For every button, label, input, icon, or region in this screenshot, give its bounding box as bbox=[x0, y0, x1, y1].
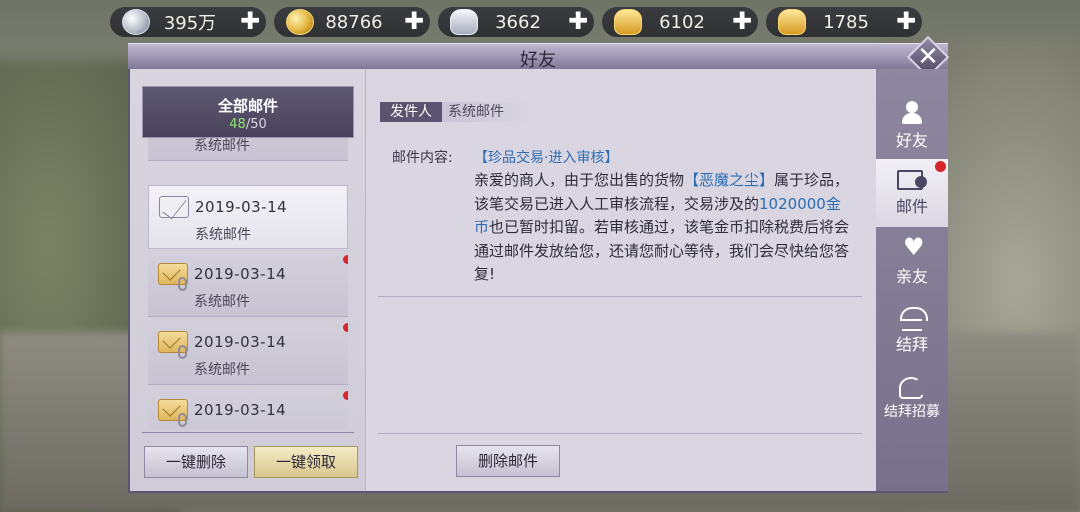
claim-all-button[interactable]: 一键领取 bbox=[254, 446, 358, 478]
attachment-icon bbox=[178, 277, 187, 291]
add-silver-coin-button[interactable]: ✚ bbox=[238, 9, 262, 34]
close-icon: ✕ bbox=[917, 42, 939, 72]
envelope-icon bbox=[159, 196, 189, 218]
tab-label: 邮件 bbox=[895, 197, 928, 216]
attachment-icon bbox=[178, 345, 187, 359]
mail-list[interactable]: 2019-03-14 系统邮件 2019-03-14 系统邮件 2019-03-… bbox=[148, 119, 348, 429]
add-gold-ingot-large-button[interactable]: ✚ bbox=[894, 9, 918, 34]
all-mail-title: 全部邮件 bbox=[217, 97, 278, 115]
relatives-icon bbox=[897, 233, 927, 261]
sender-label: 发件人 bbox=[380, 102, 442, 122]
mail-body-text: 亲爱的商人，由于您出售的货物 bbox=[474, 171, 685, 189]
mail-count-total: /50 bbox=[245, 117, 267, 132]
tab-label: 结拜 bbox=[895, 335, 928, 354]
mail-body-text: 也已暂时扣留。若审核通过，该笔金币扣除税费后将会通过邮件发放给您，还请您耐心等待… bbox=[474, 218, 850, 283]
sender-value: 系统邮件 bbox=[442, 102, 534, 122]
attachment-icon bbox=[178, 413, 187, 427]
silver-coin-icon bbox=[122, 9, 150, 35]
unread-badge bbox=[343, 255, 348, 264]
delete-mail-button[interactable]: 删除邮件 bbox=[456, 445, 560, 477]
tab-relatives[interactable]: 亲友 bbox=[876, 229, 948, 297]
delete-all-button[interactable]: 一键删除 bbox=[144, 446, 248, 478]
sender-row: 发件人 系统邮件 bbox=[380, 102, 534, 122]
mail-list-column: 2019-03-14 系统邮件 2019-03-14 系统邮件 2019-03-… bbox=[130, 69, 366, 491]
currency-silver-ingot: 3662 ✚ bbox=[438, 7, 594, 37]
mail-body-item: 【恶魔之尘】 bbox=[684, 171, 775, 189]
mail-sender: 系统邮件 bbox=[194, 138, 250, 154]
mail-date: 2019-03-14 bbox=[194, 401, 287, 419]
mail-count-current: 48 bbox=[229, 117, 246, 132]
mail-icon bbox=[897, 167, 927, 191]
mail-sender: 系统邮件 bbox=[195, 227, 251, 243]
tab-label: 好友 bbox=[895, 131, 928, 150]
divider bbox=[378, 296, 862, 297]
gold-coin-icon bbox=[286, 9, 314, 35]
friends-icon bbox=[897, 101, 927, 125]
friends-panel: 2019-03-14 系统邮件 2019-03-14 系统邮件 2019-03-… bbox=[128, 69, 948, 493]
tab-mail[interactable]: 邮件 bbox=[876, 159, 948, 227]
mail-list-item[interactable]: 2019-03-14 bbox=[148, 389, 348, 429]
divider bbox=[378, 433, 862, 434]
gold-ingot-large-icon bbox=[778, 9, 806, 35]
divider bbox=[142, 432, 354, 433]
tab-sworn-recruit[interactable]: 结拜招募 bbox=[876, 367, 948, 435]
tab-label: 结拜招募 bbox=[884, 404, 940, 420]
currency-gold-coin: 88766 ✚ bbox=[274, 7, 430, 37]
side-tab-bar: 好友 邮件 亲友 结拜 结拜招募 bbox=[876, 69, 948, 491]
unread-badge bbox=[343, 323, 348, 332]
mail-date: 2019-03-14 bbox=[194, 265, 287, 283]
add-gold-ingot-button[interactable]: ✚ bbox=[730, 9, 754, 34]
currency-gold-ingot-large: 1785 ✚ bbox=[766, 7, 922, 37]
sworn-brothers-icon bbox=[897, 305, 928, 331]
silver-ingot-icon bbox=[450, 9, 478, 35]
window-title-bar: 好友 bbox=[128, 43, 948, 71]
mail-date: 2019-03-14 bbox=[194, 333, 287, 351]
tab-sworn-brothers[interactable]: 结拜 bbox=[876, 297, 948, 365]
mail-sender: 系统邮件 bbox=[194, 294, 250, 310]
tab-friends[interactable]: 好友 bbox=[876, 93, 948, 161]
mail-date: 2019-03-14 bbox=[195, 198, 288, 216]
currency-gold-ingot: 6102 ✚ bbox=[602, 7, 758, 37]
unread-badge bbox=[343, 391, 348, 400]
sworn-recruit-icon bbox=[897, 375, 929, 399]
currency-bar: 395万 ✚ 88766 ✚ 3662 ✚ 6102 ✚ 1785 ✚ bbox=[110, 0, 950, 44]
mail-list-item[interactable]: 2019-03-14 系统邮件 bbox=[148, 253, 348, 317]
mail-sender: 系统邮件 bbox=[194, 362, 250, 378]
content-label: 邮件内容: bbox=[392, 150, 453, 166]
currency-silver-coin: 395万 ✚ bbox=[110, 7, 266, 37]
mail-list-item[interactable]: 2019-03-14 系统邮件 bbox=[148, 321, 348, 385]
all-mail-header[interactable]: 全部邮件 48/50 bbox=[142, 86, 354, 138]
gold-ingot-icon bbox=[614, 9, 642, 35]
add-silver-ingot-button[interactable]: ✚ bbox=[566, 9, 590, 34]
add-gold-coin-button[interactable]: ✚ bbox=[402, 9, 426, 34]
mail-subject: 【珍品交易·进入审核】 bbox=[474, 150, 619, 166]
mail-content-pane: 发件人 系统邮件 邮件内容: 【珍品交易·进入审核】 亲爱的商人，由于您出售的货… bbox=[366, 69, 876, 491]
mail-count: 48/50 bbox=[143, 117, 353, 132]
notification-badge bbox=[935, 161, 946, 172]
tab-label: 亲友 bbox=[895, 267, 928, 286]
mail-body: 亲爱的商人，由于您出售的货物【恶魔之尘】属于珍品，该笔交易已进入人工审核流程，交… bbox=[474, 169, 854, 287]
mail-list-item-selected[interactable]: 2019-03-14 系统邮件 bbox=[148, 185, 348, 249]
